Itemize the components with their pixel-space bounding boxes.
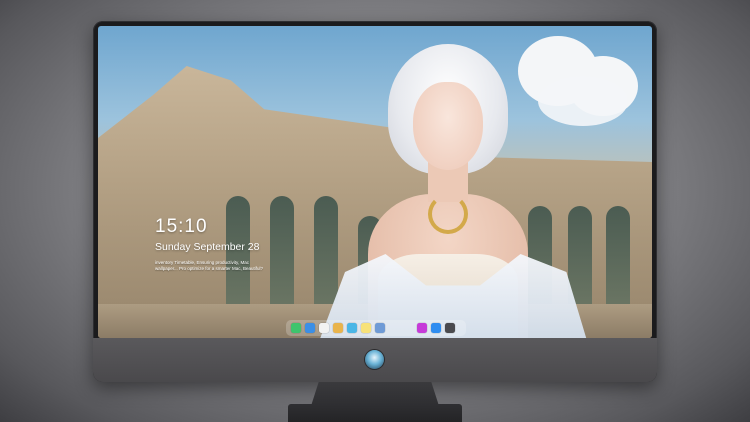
monitor-chin	[93, 338, 657, 382]
wallpaper-arch	[606, 206, 630, 306]
notice-line: wallpaper... Pro optimize for a smarter …	[155, 266, 264, 271]
lock-screen[interactable]: 15:10 Sunday September 28 inventory Time…	[98, 26, 652, 338]
app-store-icon[interactable]	[431, 323, 441, 333]
lock-clock: 15:10	[155, 216, 208, 237]
files-icon[interactable]	[347, 323, 357, 333]
monitor-stand-base	[288, 404, 462, 422]
wallpaper-figure	[318, 44, 598, 338]
lock-notice: inventory Timetable, Ensuring productivi…	[155, 260, 275, 272]
music-icon[interactable]	[417, 323, 427, 333]
chrome-icon[interactable]	[319, 323, 329, 333]
figure-necklace	[428, 194, 468, 234]
app-logo-icon	[365, 350, 384, 369]
wallpaper-arch	[270, 196, 294, 306]
preview-icon[interactable]	[375, 323, 385, 333]
notes-icon[interactable]	[361, 323, 371, 333]
finder-icon[interactable]	[305, 323, 315, 333]
photos-icon[interactable]	[333, 323, 343, 333]
camera-icon[interactable]	[445, 323, 455, 333]
monitor-frame: 15:10 Sunday September 28 inventory Time…	[93, 21, 657, 382]
lock-date: Sunday September 28	[155, 241, 260, 253]
figure-face	[413, 82, 483, 170]
monitor-stand-neck	[311, 382, 439, 406]
messages-icon[interactable]	[291, 323, 301, 333]
dock	[286, 320, 466, 336]
